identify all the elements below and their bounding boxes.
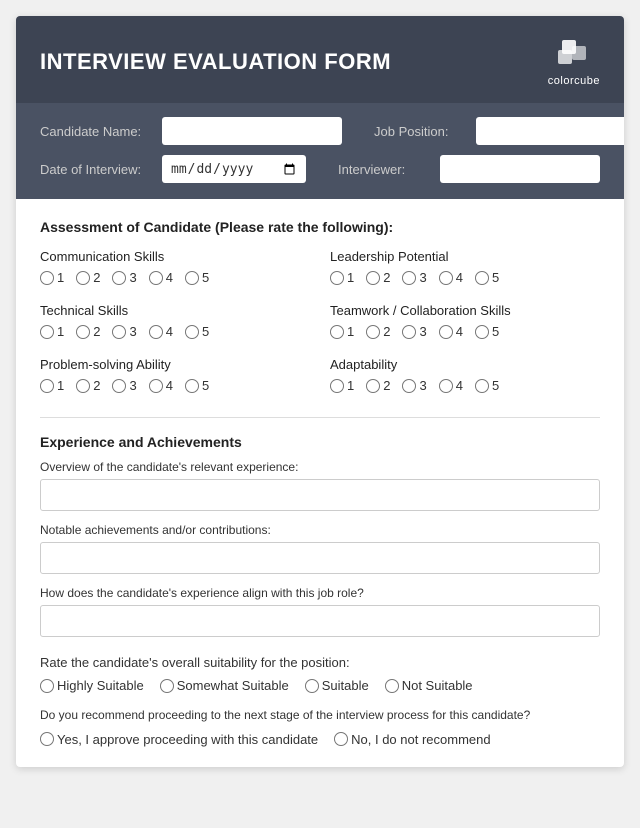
suitability-suitable-text: Suitable xyxy=(322,678,369,693)
date-input[interactable] xyxy=(162,155,306,183)
leadership-label: Leadership Potential xyxy=(330,249,600,264)
suitability-label: Rate the candidate's overall suitability… xyxy=(40,655,600,670)
logo-text: colorcube xyxy=(548,75,600,87)
problemsolving-options: 1 2 3 4 5 xyxy=(40,378,310,393)
date-label: Date of Interview: xyxy=(40,162,150,177)
recommendation-label: Do you recommend proceeding to the next … xyxy=(40,707,600,724)
suitability-somewhat-text: Somewhat Suitable xyxy=(177,678,289,693)
form-title: INTERVIEW EVALUATION FORM xyxy=(40,49,391,75)
interview-form: INTERVIEW EVALUATION FORM colorcube Cand… xyxy=(16,16,624,767)
date-row: Date of Interview: Interviewer: xyxy=(40,155,600,183)
alignment-label: How does the candidate's experience alig… xyxy=(40,586,600,600)
achievements-label: Notable achievements and/or contribution… xyxy=(40,523,600,537)
technical-opt-5[interactable]: 5 xyxy=(185,324,209,339)
rating-group-leadership: Leadership Potential 1 2 3 4 5 xyxy=(330,249,600,285)
communication-opt-4[interactable]: 4 xyxy=(149,270,173,285)
problemsolving-opt-4[interactable]: 4 xyxy=(149,378,173,393)
job-position-group: Job Position: xyxy=(374,117,624,145)
experience-title: Experience and Achievements xyxy=(40,434,600,450)
achievements-input[interactable] xyxy=(40,542,600,574)
teamwork-opt-3[interactable]: 3 xyxy=(402,324,426,339)
technical-opt-4[interactable]: 4 xyxy=(149,324,173,339)
experience-overview-label: Overview of the candidate's relevant exp… xyxy=(40,460,600,474)
teamwork-opt-4[interactable]: 4 xyxy=(439,324,463,339)
adaptability-opt-5[interactable]: 5 xyxy=(475,378,499,393)
assessment-section: Assessment of Candidate (Please rate the… xyxy=(40,219,600,411)
job-position-input[interactable] xyxy=(476,117,624,145)
candidate-name-input[interactable] xyxy=(162,117,342,145)
communication-label: Communication Skills xyxy=(40,249,310,264)
adaptability-options: 1 2 3 4 5 xyxy=(330,378,600,393)
body: Assessment of Candidate (Please rate the… xyxy=(16,199,624,767)
rating-group-technical: Technical Skills 1 2 3 4 5 xyxy=(40,303,310,339)
interviewer-label: Interviewer: xyxy=(338,162,428,177)
technical-options: 1 2 3 4 5 xyxy=(40,324,310,339)
teamwork-label: Teamwork / Collaboration Skills xyxy=(330,303,600,318)
suitability-not[interactable]: Not Suitable xyxy=(385,678,473,693)
leadership-opt-5[interactable]: 5 xyxy=(475,270,499,285)
recommend-yes-text: Yes, I approve proceeding with this cand… xyxy=(57,732,318,747)
communication-opt-1[interactable]: 1 xyxy=(40,270,64,285)
communication-opt-5[interactable]: 5 xyxy=(185,270,209,285)
adaptability-opt-1[interactable]: 1 xyxy=(330,378,354,393)
technical-label: Technical Skills xyxy=(40,303,310,318)
problemsolving-opt-1[interactable]: 1 xyxy=(40,378,64,393)
teamwork-options: 1 2 3 4 5 xyxy=(330,324,600,339)
suitability-suitable[interactable]: Suitable xyxy=(305,678,369,693)
recommend-no[interactable]: No, I do not recommend xyxy=(334,732,490,747)
assessment-title: Assessment of Candidate (Please rate the… xyxy=(40,219,600,235)
candidate-name-row: Candidate Name: Job Position: xyxy=(40,117,600,145)
communication-options: 1 2 3 4 5 xyxy=(40,270,310,285)
adaptability-opt-4[interactable]: 4 xyxy=(439,378,463,393)
problemsolving-label: Problem-solving Ability xyxy=(40,357,310,372)
suitability-options: Highly Suitable Somewhat Suitable Suitab… xyxy=(40,678,600,693)
problemsolving-opt-5[interactable]: 5 xyxy=(185,378,209,393)
rating-group-teamwork: Teamwork / Collaboration Skills 1 2 3 4 … xyxy=(330,303,600,339)
adaptability-opt-2[interactable]: 2 xyxy=(366,378,390,393)
suitability-highly-text: Highly Suitable xyxy=(57,678,144,693)
experience-section: Experience and Achievements Overview of … xyxy=(40,434,600,649)
communication-opt-3[interactable]: 3 xyxy=(112,270,136,285)
teamwork-opt-1[interactable]: 1 xyxy=(330,324,354,339)
rating-group-communication: Communication Skills 1 2 3 4 5 xyxy=(40,249,310,285)
problemsolving-opt-3[interactable]: 3 xyxy=(112,378,136,393)
recommend-yes[interactable]: Yes, I approve proceeding with this cand… xyxy=(40,732,318,747)
interviewer-input[interactable] xyxy=(440,155,600,183)
experience-overview-input[interactable] xyxy=(40,479,600,511)
recommend-no-text: No, I do not recommend xyxy=(351,732,490,747)
suitability-highly[interactable]: Highly Suitable xyxy=(40,678,144,693)
alignment-input[interactable] xyxy=(40,605,600,637)
leadership-options: 1 2 3 4 5 xyxy=(330,270,600,285)
suitability-section: Rate the candidate's overall suitability… xyxy=(40,655,600,693)
leadership-opt-3[interactable]: 3 xyxy=(402,270,426,285)
technical-opt-3[interactable]: 3 xyxy=(112,324,136,339)
leadership-opt-1[interactable]: 1 xyxy=(330,270,354,285)
logo-icon xyxy=(554,36,594,72)
problemsolving-opt-2[interactable]: 2 xyxy=(76,378,100,393)
recommendation-section: Do you recommend proceeding to the next … xyxy=(40,707,600,747)
communication-opt-2[interactable]: 2 xyxy=(76,270,100,285)
interviewer-group: Interviewer: xyxy=(338,155,600,183)
teamwork-opt-2[interactable]: 2 xyxy=(366,324,390,339)
adaptability-opt-3[interactable]: 3 xyxy=(402,378,426,393)
teamwork-opt-5[interactable]: 5 xyxy=(475,324,499,339)
divider xyxy=(40,417,600,418)
candidate-info-section: Candidate Name: Job Position: Date of In… xyxy=(16,103,624,199)
candidate-name-label: Candidate Name: xyxy=(40,124,150,139)
recommendation-options: Yes, I approve proceeding with this cand… xyxy=(40,732,600,747)
rating-grid: Communication Skills 1 2 3 4 5 Leadershi… xyxy=(40,249,600,411)
technical-opt-1[interactable]: 1 xyxy=(40,324,64,339)
rating-group-adaptability: Adaptability 1 2 3 4 5 xyxy=(330,357,600,393)
rating-group-problemsolving: Problem-solving Ability 1 2 3 4 5 xyxy=(40,357,310,393)
technical-opt-2[interactable]: 2 xyxy=(76,324,100,339)
header: INTERVIEW EVALUATION FORM colorcube xyxy=(16,16,624,103)
suitability-somewhat[interactable]: Somewhat Suitable xyxy=(160,678,289,693)
leadership-opt-2[interactable]: 2 xyxy=(366,270,390,285)
adaptability-label: Adaptability xyxy=(330,357,600,372)
job-position-label: Job Position: xyxy=(374,124,464,139)
leadership-opt-4[interactable]: 4 xyxy=(439,270,463,285)
logo: colorcube xyxy=(548,36,600,87)
suitability-not-text: Not Suitable xyxy=(402,678,473,693)
